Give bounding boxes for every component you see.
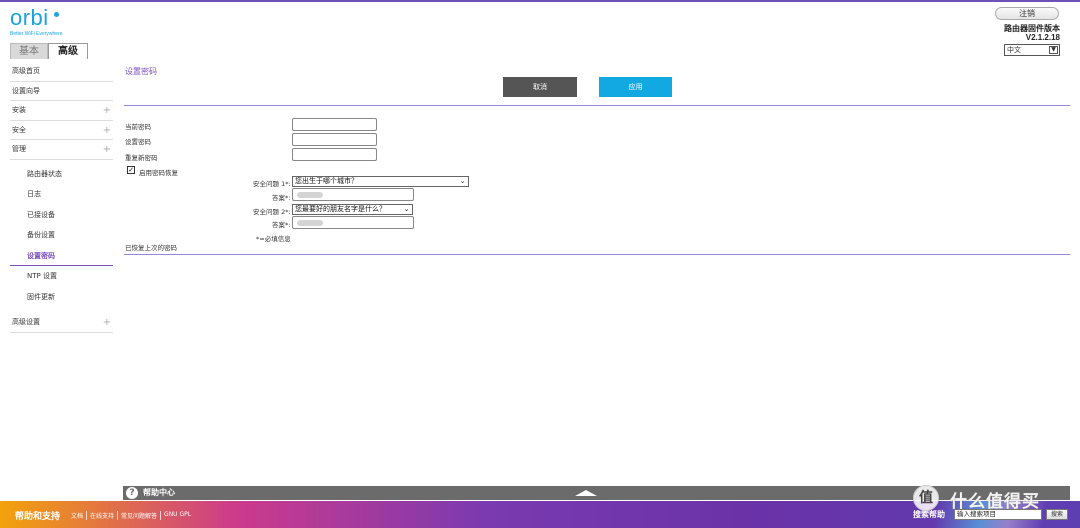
top-accent-line bbox=[0, 0, 1080, 2]
sidebar-item-label: 安全 bbox=[12, 125, 26, 134]
masked-answer bbox=[297, 192, 323, 198]
sidebar-subitem-logs[interactable]: 日志 bbox=[10, 184, 113, 205]
required-note: *=必填信息 bbox=[256, 235, 291, 243]
sidebar-subitem-attached-devices[interactable]: 已接设备 bbox=[10, 205, 113, 226]
expand-up-icon[interactable] bbox=[575, 490, 597, 496]
question2-value: 您最要好的朋友名字是什么？ bbox=[295, 205, 386, 213]
sidebar-item-setup-wizard[interactable]: 设置向导 bbox=[10, 82, 113, 101]
sidebar-item-label: 安装 bbox=[12, 106, 26, 114]
divider-bottom bbox=[124, 254, 1070, 255]
sidebar: 高级首页 设置向导 安装 + 安全 + 管理 + 路由器状态 日志 已接设备 备… bbox=[10, 62, 113, 333]
current-password-label: 当前密码 bbox=[125, 123, 151, 131]
sidebar-item-setup[interactable]: 安装 + bbox=[10, 101, 113, 121]
firmware-version: V2.1.2.18 bbox=[1025, 33, 1060, 42]
sidebar-item-advanced-home[interactable]: 高级首页 bbox=[10, 62, 113, 82]
footer-link-faq[interactable]: 常见问题解答 bbox=[117, 511, 160, 520]
sidebar-subitem-set-password[interactable]: 设置密码 bbox=[10, 246, 113, 266]
sidebar-item-label: 管理 bbox=[12, 145, 26, 153]
chevron-down-icon: ⌄ bbox=[403, 205, 410, 213]
recovered-note: 已恢复上次的密码 bbox=[125, 244, 177, 252]
language-value: 中文 bbox=[1007, 46, 1021, 54]
repeat-password-field[interactable] bbox=[292, 148, 377, 161]
sidebar-item-label: 高级首页 bbox=[12, 67, 40, 75]
watermark-icon: 值 bbox=[913, 485, 939, 511]
footer-title: 帮助和支持 bbox=[15, 512, 61, 522]
page-title: 设置密码 bbox=[125, 67, 157, 76]
logo-dot bbox=[54, 12, 59, 17]
masked-answer bbox=[297, 220, 323, 226]
sidebar-subitem-firmware-update[interactable]: 固件更新 bbox=[10, 287, 113, 308]
question2-select[interactable]: 您最要好的朋友名字是什么？ ⌄ bbox=[292, 204, 413, 215]
plus-icon: + bbox=[102, 124, 111, 136]
sidebar-subitem-backup-settings[interactable]: 备份设置 bbox=[10, 225, 113, 246]
footer-links: 文档 在线支持 常见问题解答 GNU GPL bbox=[68, 511, 194, 520]
chevron-down-icon: ⌄ bbox=[459, 177, 466, 185]
cancel-button[interactable]: 取消 bbox=[503, 77, 577, 97]
sidebar-item-administration[interactable]: 管理 + bbox=[10, 140, 113, 160]
sidebar-subitem-ntp-settings[interactable]: NTP 设置 bbox=[10, 266, 113, 287]
tab-basic[interactable]: 基本 bbox=[10, 43, 48, 59]
language-select[interactable]: 中文 ▼ bbox=[1004, 44, 1060, 56]
sidebar-item-label: 设置向导 bbox=[12, 86, 40, 95]
footer-link-online-support[interactable]: 在线支持 bbox=[86, 511, 117, 520]
chevron-down-icon: ▼ bbox=[1049, 46, 1058, 54]
new-password-label: 设置密码 bbox=[125, 138, 151, 146]
current-password-field[interactable] bbox=[292, 118, 377, 131]
tab-advanced[interactable]: 高级 bbox=[48, 43, 88, 59]
repeat-password-label: 重复新密码 bbox=[125, 154, 158, 162]
footer-link-docs[interactable]: 文档 bbox=[68, 511, 86, 520]
enable-recovery-label: 启用密码恢复 bbox=[139, 169, 178, 177]
answer1-label: 答案*: bbox=[272, 194, 291, 202]
question1-select[interactable]: 您出生于哪个城市？ ⌄ bbox=[292, 176, 469, 187]
new-password-field[interactable] bbox=[292, 133, 377, 146]
answer2-label: 答案*: bbox=[272, 221, 291, 229]
mode-tabs: 基本 高级 bbox=[10, 43, 88, 60]
footer-link-gpl[interactable]: GNU GPL bbox=[160, 511, 194, 520]
sidebar-subitem-router-status[interactable]: 路由器状态 bbox=[10, 164, 113, 185]
logo-tagline: Better WiFi Everywhere bbox=[10, 31, 63, 37]
plus-icon: + bbox=[102, 317, 111, 328]
search-button[interactable]: 搜索 bbox=[1046, 509, 1068, 520]
orbi-logo: orbi Better WiFi Everywhere bbox=[10, 5, 63, 38]
logo-text: orbi bbox=[10, 5, 49, 30]
answer1-field[interactable] bbox=[292, 188, 414, 201]
answer2-field[interactable] bbox=[292, 216, 414, 229]
question1-value: 您出生于哪个城市？ bbox=[295, 177, 358, 185]
question-icon: ? bbox=[126, 487, 138, 499]
watermark-text: 什么值得买 bbox=[950, 492, 1040, 512]
sidebar-item-advanced-setup[interactable]: 高级设置 + bbox=[10, 313, 113, 333]
help-center-title: 帮助中心 bbox=[143, 488, 175, 497]
enable-recovery-checkbox[interactable]: ✓ bbox=[127, 166, 135, 174]
plus-icon: + bbox=[102, 144, 111, 155]
question1-label: 安全问题 1*: bbox=[253, 180, 291, 188]
divider-top bbox=[124, 105, 1070, 106]
sidebar-item-label: 高级设置 bbox=[12, 318, 40, 326]
sidebar-item-security[interactable]: 安全 + bbox=[10, 121, 113, 140]
apply-button[interactable]: 应用 bbox=[599, 77, 672, 97]
question2-label: 安全问题 2*: bbox=[253, 208, 291, 216]
logout-button[interactable]: 注销 bbox=[995, 7, 1059, 20]
plus-icon: + bbox=[102, 105, 111, 116]
